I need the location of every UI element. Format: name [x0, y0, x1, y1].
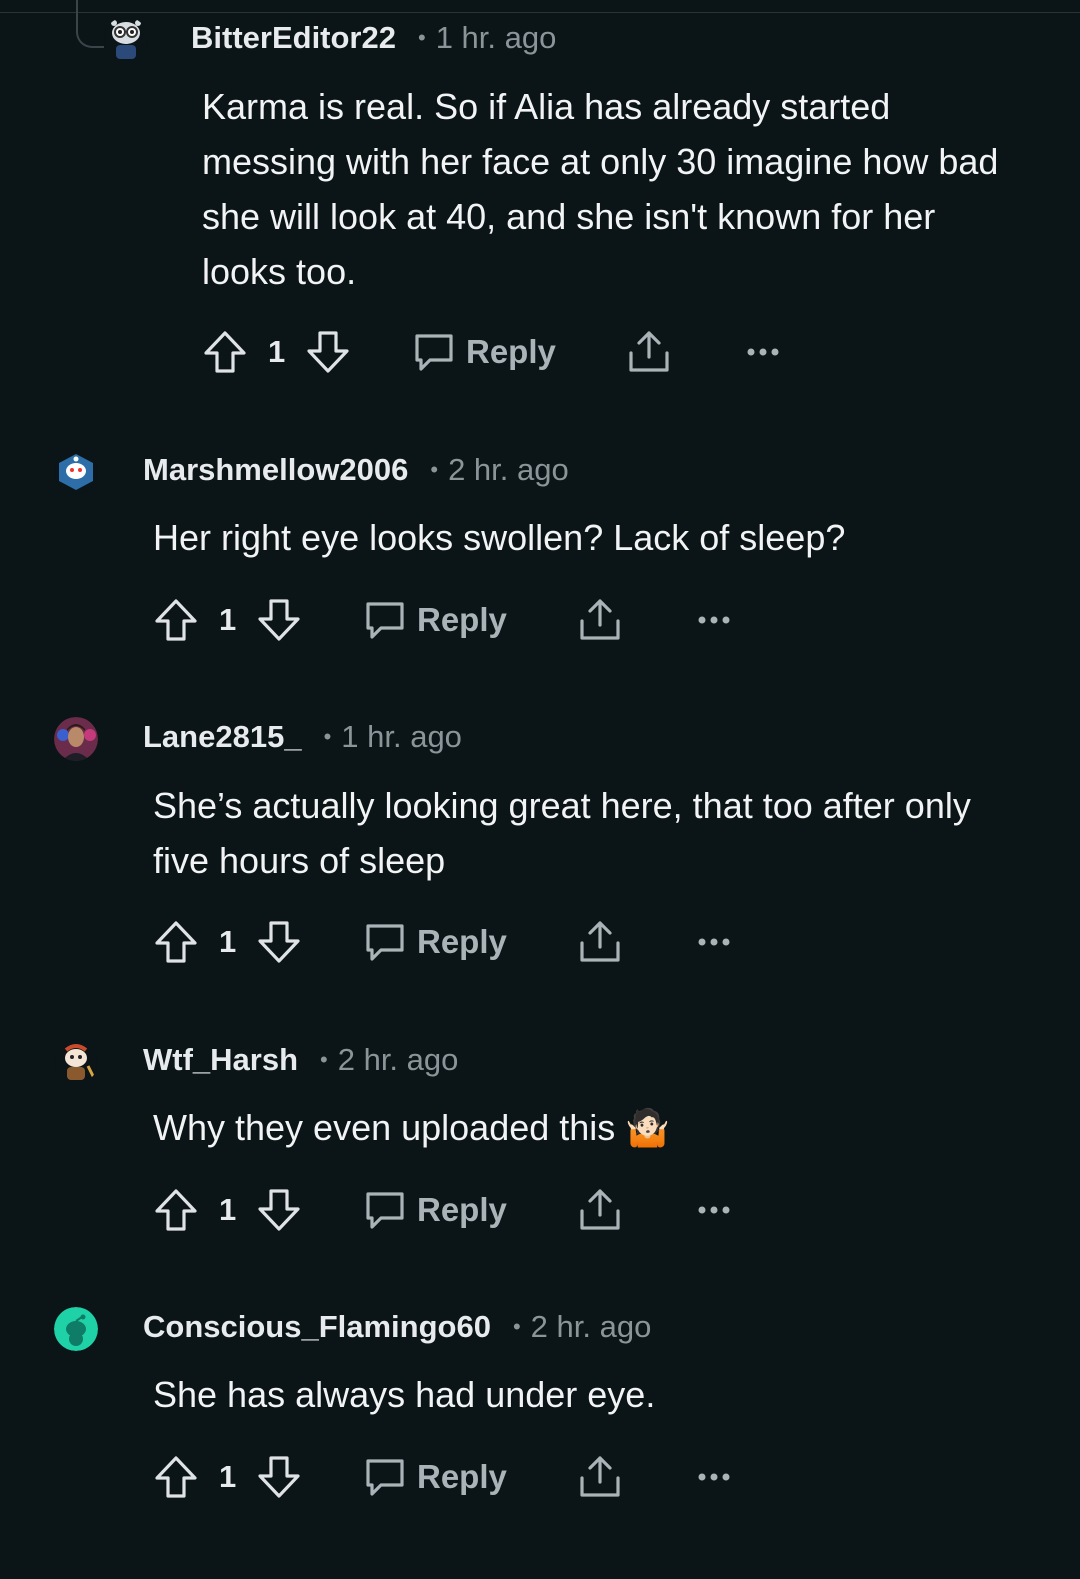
share-icon[interactable]: [577, 1454, 623, 1500]
comment-timestamp: 1 hr. ago: [435, 20, 557, 55]
reply-button[interactable]: Reply: [363, 590, 507, 650]
downvote-icon[interactable]: [303, 327, 353, 377]
comment-username[interactable]: Conscious_Flamingo60: [143, 1309, 491, 1345]
reply-button[interactable]: Reply: [363, 1447, 507, 1507]
upvote-icon[interactable]: [200, 327, 250, 377]
comment-body: Karma is real. So if Alia has already st…: [202, 86, 999, 292]
comment-timestamp: 2 hr. ago: [530, 1309, 652, 1344]
comment-body: She has always had under eye.: [153, 1374, 656, 1415]
comment-username[interactable]: Marshmellow2006: [143, 452, 408, 488]
reply-button[interactable]: Reply: [363, 1180, 507, 1240]
more-options-icon[interactable]: [697, 1471, 731, 1483]
more-options-icon[interactable]: [697, 936, 731, 948]
comment-username[interactable]: BitterEditor22: [191, 20, 396, 56]
downvote-icon[interactable]: [254, 1452, 304, 1502]
comment-bubble-icon: [415, 334, 453, 371]
share-icon[interactable]: [577, 597, 623, 643]
vote-count: 1: [219, 1459, 237, 1494]
vote-count: 1: [219, 1192, 237, 1227]
share-icon[interactable]: [626, 329, 672, 375]
more-options-icon[interactable]: [697, 1204, 731, 1216]
top-divider: [0, 12, 1080, 13]
downvote-icon[interactable]: [254, 917, 304, 967]
reply-label: Reply: [417, 1458, 507, 1495]
comment-username[interactable]: Lane2815_: [143, 719, 302, 755]
separator-dot: •: [512, 1314, 521, 1339]
upvote-icon[interactable]: [151, 1185, 201, 1235]
upvote-icon[interactable]: [151, 1452, 201, 1502]
reply-label: Reply: [417, 923, 507, 960]
share-icon[interactable]: [577, 919, 623, 965]
vote-count: 1: [268, 334, 286, 369]
reply-button[interactable]: Reply: [412, 322, 556, 382]
comment-bubble-icon: [366, 602, 404, 639]
reply-label: Reply: [466, 333, 556, 370]
snoo-avatar-icon[interactable]: [104, 17, 148, 61]
snoo-avatar-icon[interactable]: [54, 450, 98, 494]
vote-count: 1: [219, 602, 237, 637]
share-icon[interactable]: [577, 1187, 623, 1233]
comment-username[interactable]: Wtf_Harsh: [143, 1042, 298, 1078]
vote-count: 1: [219, 924, 237, 959]
more-options-icon[interactable]: [746, 346, 780, 358]
separator-dot: •: [323, 724, 332, 749]
comment-bubble-icon: [366, 924, 404, 961]
comment-bubble-icon: [366, 1459, 404, 1496]
reply-label: Reply: [417, 1191, 507, 1228]
comment-bubble-icon: [366, 1192, 404, 1229]
separator-dot: •: [320, 1047, 328, 1072]
comment-body: Her right eye looks swollen? Lack of sle…: [153, 517, 846, 558]
reply-label: Reply: [417, 601, 507, 638]
comment-timestamp: 2 hr. ago: [337, 1042, 459, 1077]
comment-body: Why they even uploaded this 🤷🏻: [153, 1107, 671, 1148]
snoo-avatar-icon[interactable]: [54, 1040, 98, 1084]
more-options-icon[interactable]: [697, 614, 731, 626]
upvote-icon[interactable]: [151, 917, 201, 967]
default-snoo-avatar-icon[interactable]: [54, 1307, 98, 1351]
separator-dot: •: [430, 457, 439, 482]
reply-button[interactable]: Reply: [363, 912, 507, 972]
photo-avatar-icon[interactable]: [54, 717, 98, 761]
downvote-icon[interactable]: [254, 595, 304, 645]
comment-timestamp: 1 hr. ago: [341, 719, 462, 754]
separator-dot: •: [417, 25, 426, 50]
downvote-icon[interactable]: [254, 1185, 304, 1235]
comment-timestamp: 2 hr. ago: [448, 452, 569, 487]
thread-line[interactable]: [76, 0, 104, 48]
upvote-icon[interactable]: [151, 595, 201, 645]
comment-body: She’s actually looking great here, that …: [153, 785, 971, 881]
